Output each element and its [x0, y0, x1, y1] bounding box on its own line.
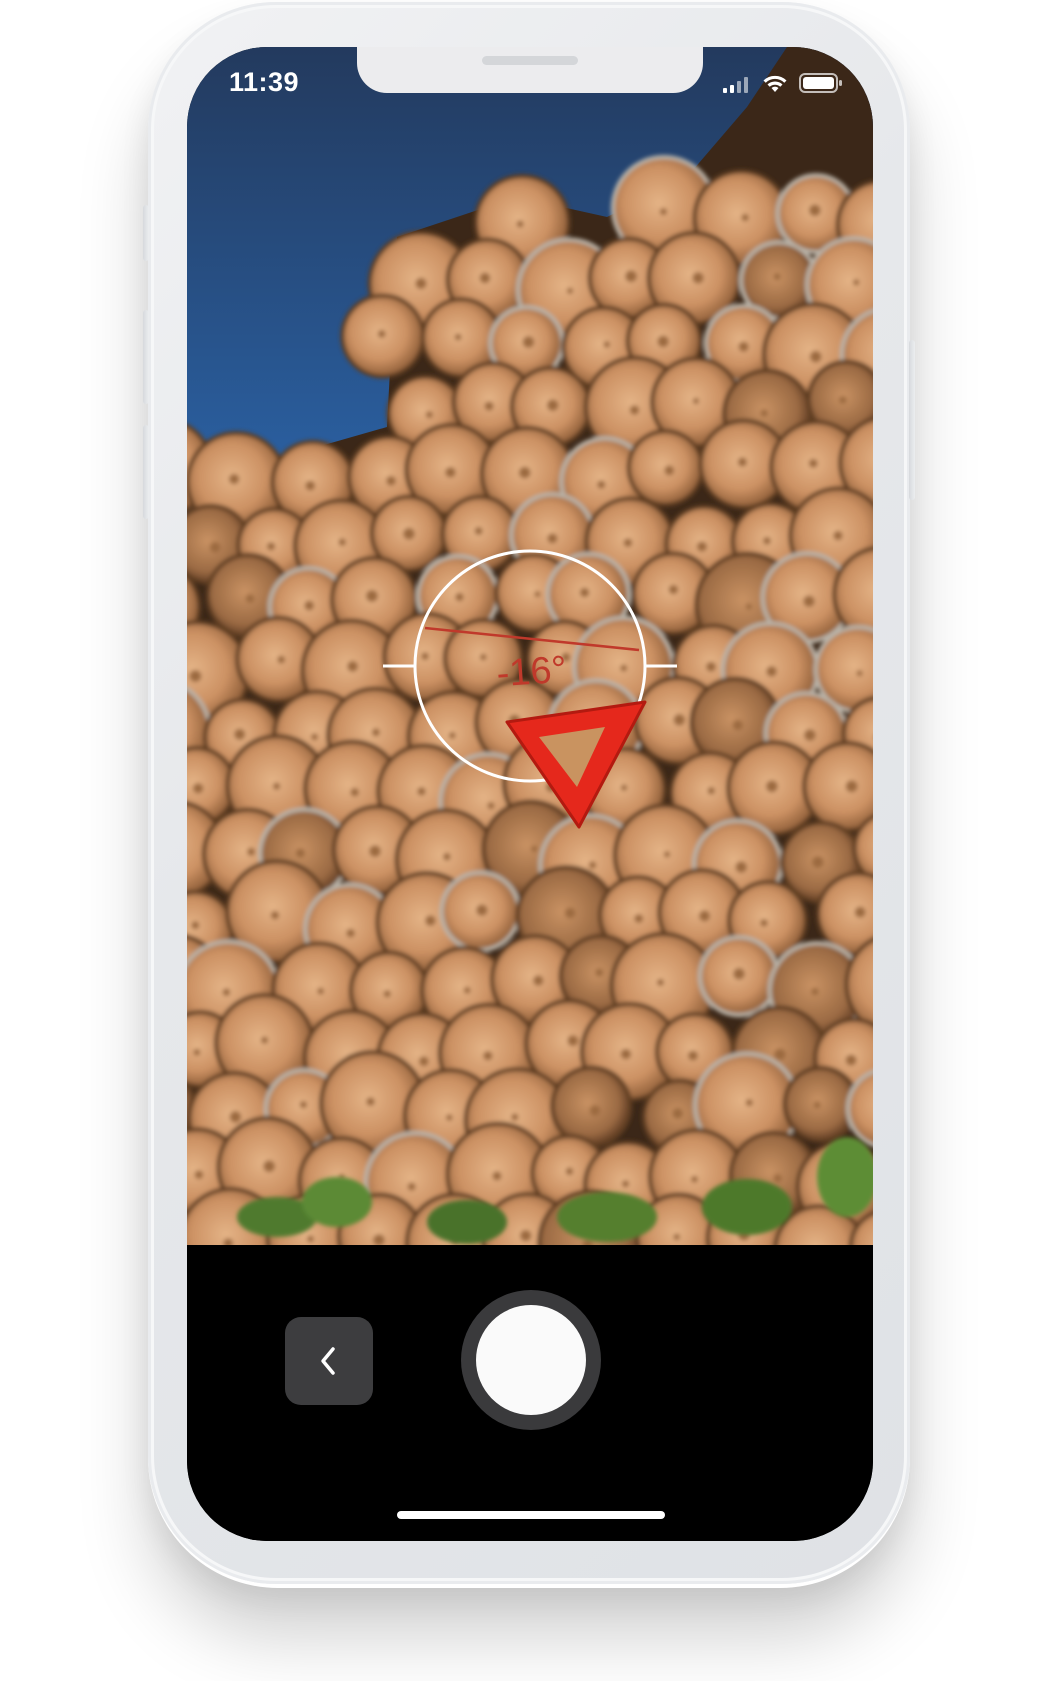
earpiece-speaker — [482, 56, 578, 65]
shutter-inner — [476, 1305, 586, 1415]
device-notch — [357, 47, 703, 93]
back-button[interactable] — [285, 1317, 373, 1405]
level-line — [424, 626, 640, 652]
wifi-icon — [763, 75, 787, 92]
volume-down-button — [143, 425, 149, 519]
level-angle-text: -16° — [495, 649, 568, 696]
shutter-button[interactable] — [461, 1290, 601, 1430]
warning-triangle-icon — [505, 700, 647, 829]
battery-icon — [799, 73, 842, 93]
level-reticle: -16° — [383, 549, 677, 829]
status-icons — [723, 73, 843, 93]
camera-controls-bar — [187, 1245, 873, 1541]
cellular-signal-icon — [723, 77, 748, 93]
mute-switch — [143, 205, 149, 261]
power-button — [909, 340, 915, 500]
phone-screen: -16° 11:39 — [187, 47, 873, 1541]
chevron-left-icon — [321, 1347, 335, 1375]
camera-viewfinder[interactable]: -16° 11:39 — [187, 47, 873, 1245]
status-time: 11:39 — [229, 67, 300, 97]
home-indicator[interactable] — [397, 1511, 665, 1519]
volume-up-button — [143, 310, 149, 404]
